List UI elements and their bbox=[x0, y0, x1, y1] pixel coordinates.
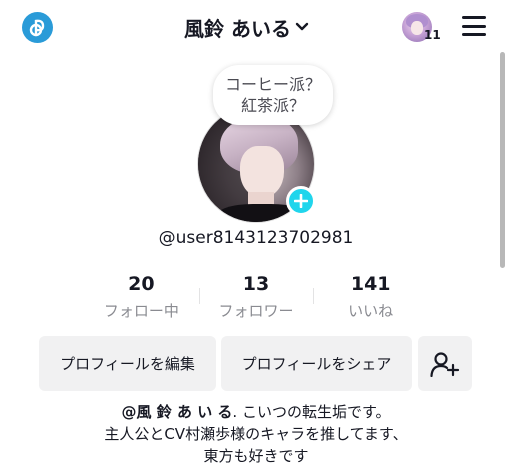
profile-stats: 20 フォロー中 13 フォロワー 141 いいね bbox=[84, 270, 428, 324]
username: @user8143123702981 bbox=[158, 228, 354, 248]
edit-profile-button[interactable]: プロフィールを編集 bbox=[39, 336, 216, 391]
stat-followers[interactable]: 13 フォロワー bbox=[198, 270, 314, 324]
stat-likes[interactable]: 141 いいね bbox=[313, 270, 428, 324]
avatar-face bbox=[240, 146, 284, 198]
mini-avatar-face bbox=[411, 21, 423, 35]
add-avatar-button[interactable] bbox=[286, 186, 316, 216]
plus-icon bbox=[294, 194, 308, 208]
account-name-title[interactable]: 風鈴 あいる bbox=[184, 13, 291, 42]
bio-text: . こいつの転生垢です。 bbox=[232, 403, 391, 421]
speech-bubble-line: コーヒー派？ bbox=[224, 75, 321, 94]
add-person-icon bbox=[430, 351, 460, 377]
bio-line: 主人公とCV村瀬歩様のキャラを推してます、 bbox=[104, 425, 408, 443]
chevron-down-icon[interactable] bbox=[295, 22, 309, 32]
notification-count-badge: 11 bbox=[424, 28, 441, 42]
stat-label: いいね bbox=[348, 302, 394, 320]
stat-label: フォロワー bbox=[218, 302, 294, 320]
menu-bar bbox=[462, 16, 486, 19]
bio-line: 東方も好きです bbox=[203, 447, 309, 465]
add-friend-button[interactable] bbox=[418, 336, 472, 391]
profile-speech-bubble[interactable]: コーヒー派？ 紅茶派？ bbox=[213, 65, 333, 125]
share-profile-button[interactable]: プロフィールをシェア bbox=[221, 336, 412, 391]
app-logo-icon[interactable] bbox=[22, 12, 53, 43]
profile-bio: @風 鈴 あ い る. こいつの転生垢です。 主人公とCV村瀬歩様のキャラを推し… bbox=[0, 401, 512, 467]
account-switcher[interactable]: 風鈴 あいる bbox=[184, 12, 309, 42]
stat-label: フォロー中 bbox=[103, 302, 179, 320]
bio-mention-link[interactable]: @風 鈴 あ い る bbox=[122, 403, 233, 421]
stat-value: 141 bbox=[350, 273, 391, 295]
stat-value: 20 bbox=[128, 273, 155, 295]
stat-value: 13 bbox=[242, 273, 270, 295]
speech-bubble-line: 紅茶派？ bbox=[240, 96, 305, 115]
menu-bar bbox=[462, 24, 486, 28]
bio-line: @風 鈴 あ い る. こいつの転生垢です。 bbox=[0, 401, 512, 423]
menu-bar bbox=[462, 33, 486, 36]
stat-following[interactable]: 20 フォロー中 bbox=[84, 270, 199, 324]
hamburger-menu-icon[interactable] bbox=[460, 14, 488, 38]
